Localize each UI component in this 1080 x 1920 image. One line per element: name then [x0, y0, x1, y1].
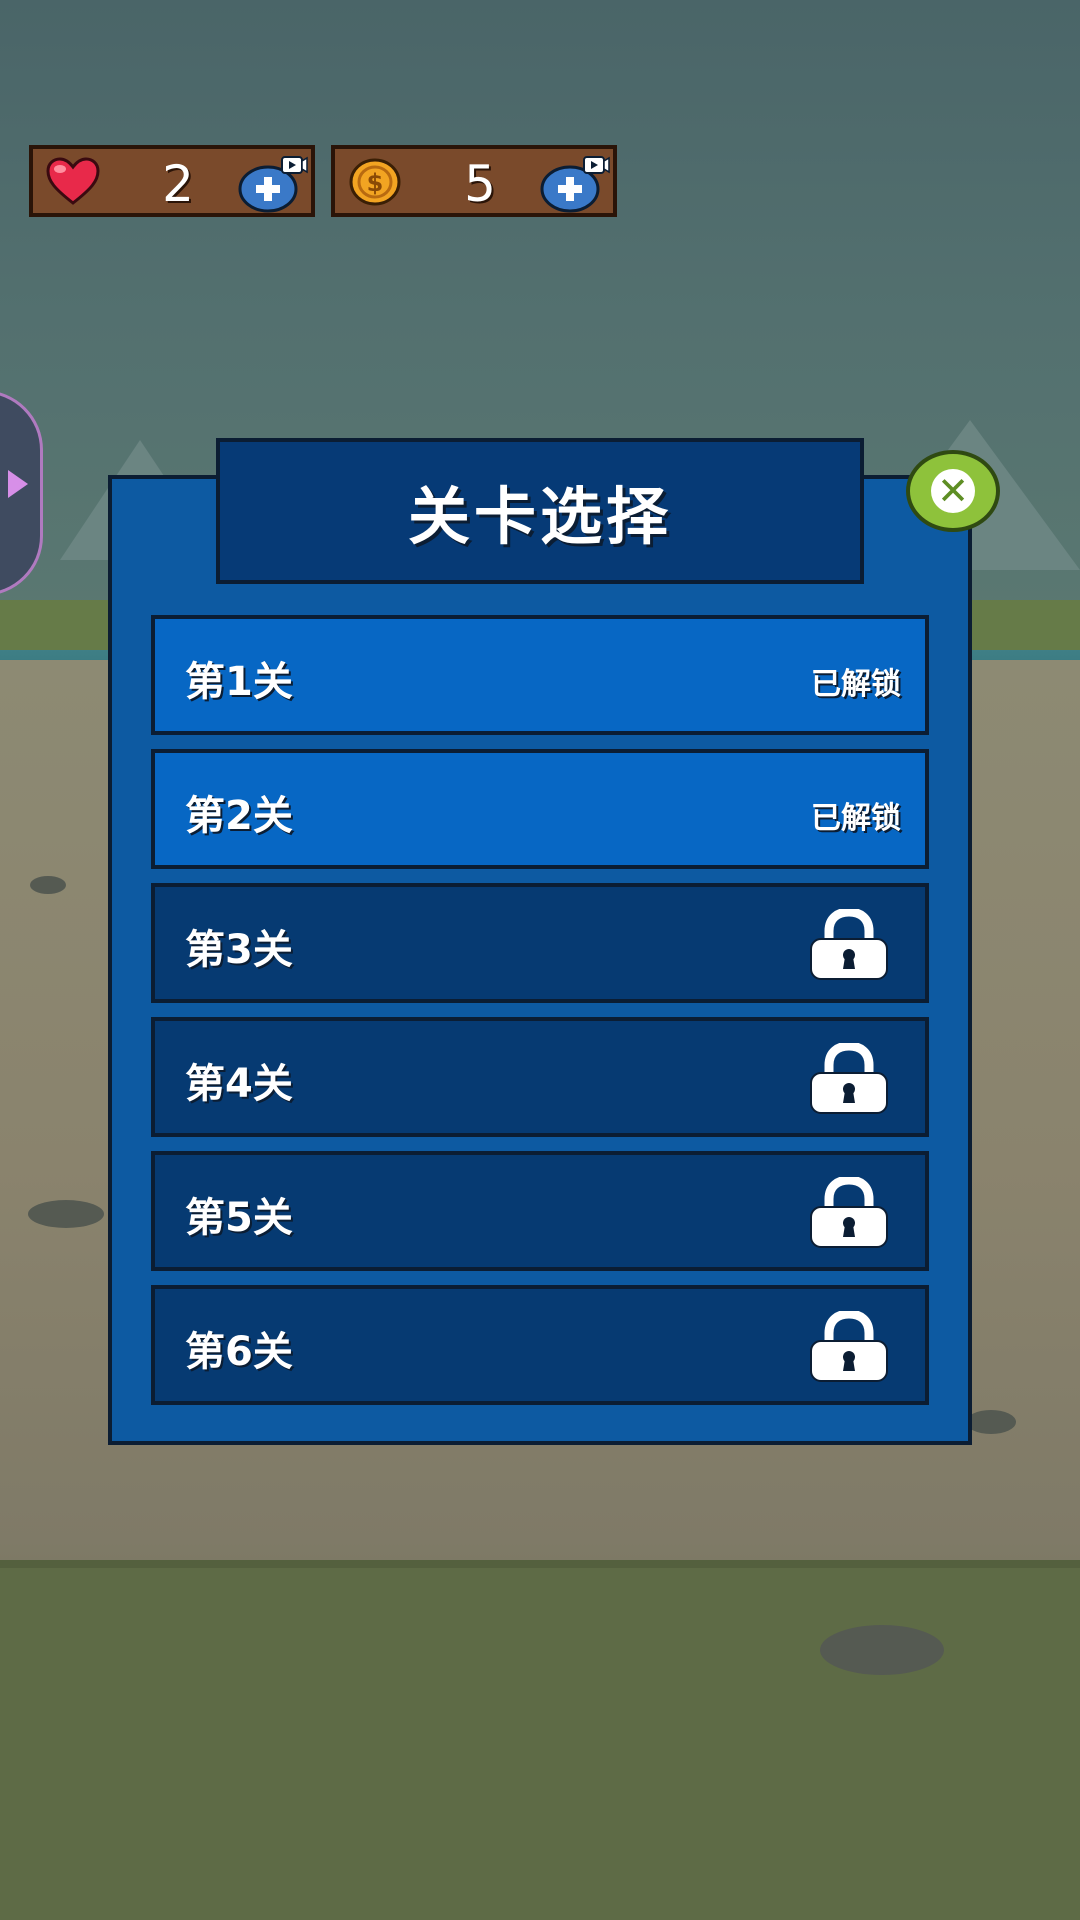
close-icon[interactable]: ✕ — [931, 469, 975, 513]
close-button[interactable]: ✕ — [906, 450, 1000, 532]
coins-counter: $ 5 — [331, 145, 617, 217]
level-row-1[interactable]: 第1关 已解锁 — [151, 615, 929, 735]
chevron-right-icon[interactable] — [8, 470, 28, 498]
rock — [966, 1410, 1016, 1434]
lock-icon — [810, 1311, 888, 1382]
heart-icon — [46, 157, 100, 205]
panel-title: 关卡选择 — [407, 480, 672, 553]
lock-icon — [810, 1177, 888, 1248]
level-status: 已解锁 — [811, 801, 901, 836]
coin-icon: $ — [349, 158, 401, 206]
svg-text:$: $ — [367, 169, 384, 197]
level-name: 第2关 — [185, 793, 293, 839]
level-row-5[interactable]: 第5关 — [151, 1151, 929, 1271]
add-lives-video-button[interactable] — [238, 155, 308, 213]
coins-value: 5 — [464, 155, 496, 213]
rock — [820, 1625, 944, 1675]
level-name: 第4关 — [185, 1061, 293, 1107]
level-row-4[interactable]: 第4关 — [151, 1017, 929, 1137]
panel-header: 关卡选择 — [216, 438, 864, 584]
lock-icon — [810, 909, 888, 980]
level-name: 第3关 — [185, 927, 293, 973]
add-coins-video-button[interactable] — [540, 155, 610, 213]
rock — [28, 1200, 104, 1228]
level-row-2[interactable]: 第2关 已解锁 — [151, 749, 929, 869]
grass-field — [0, 1560, 1080, 1920]
level-name: 第1关 — [185, 659, 293, 705]
level-name: 第6关 — [185, 1329, 293, 1375]
level-row-3[interactable]: 第3关 — [151, 883, 929, 1003]
lock-icon — [810, 1043, 888, 1114]
level-name: 第5关 — [185, 1195, 293, 1241]
level-status: 已解锁 — [811, 667, 901, 702]
lives-counter: 2 — [29, 145, 315, 217]
lives-value: 2 — [162, 155, 194, 213]
level-row-6[interactable]: 第6关 — [151, 1285, 929, 1405]
level-list: 第1关 已解锁 第2关 已解锁 第3关 第4关 第5关 第6关 — [151, 615, 929, 1419]
rock — [30, 876, 66, 894]
